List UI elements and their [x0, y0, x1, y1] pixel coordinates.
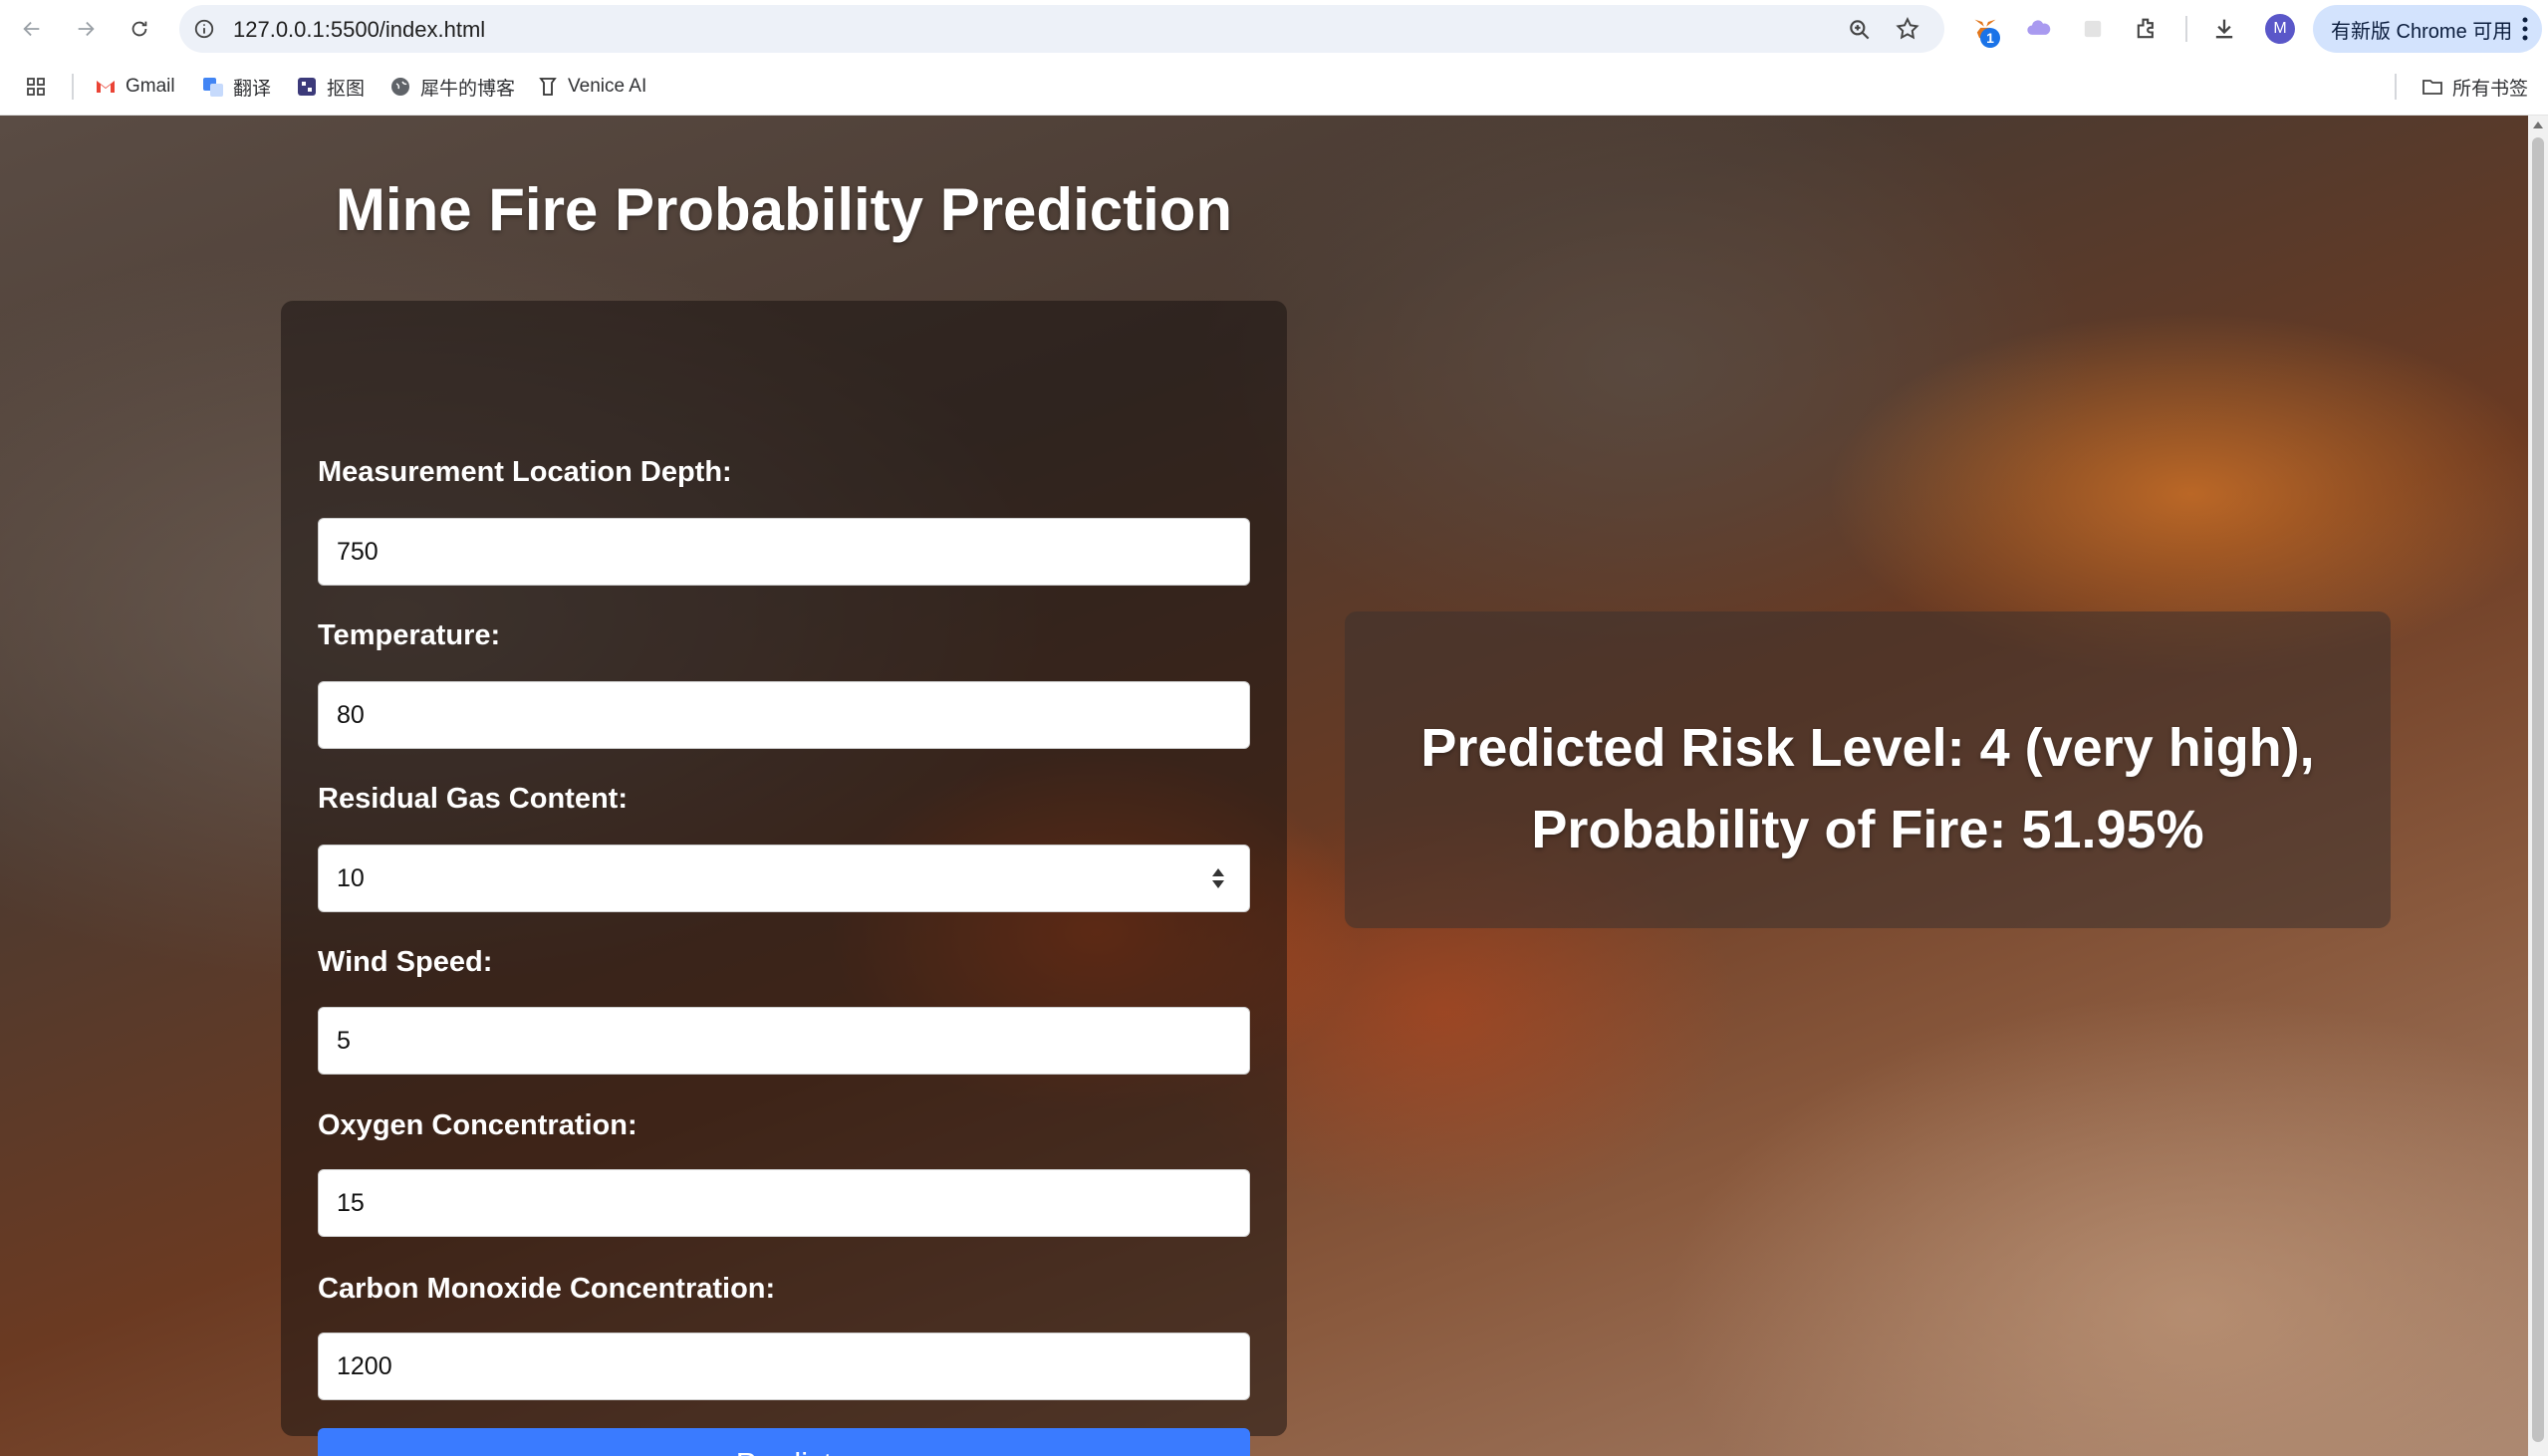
oxygen-input[interactable] — [318, 1169, 1250, 1237]
page-scrollbar[interactable] — [2528, 116, 2548, 1456]
arrow-left-icon — [23, 21, 40, 37]
bookmark-label: 翻译 — [233, 78, 272, 100]
globe-icon — [388, 75, 412, 99]
reload-icon — [131, 21, 147, 37]
update-label: 有新版 Chrome 可用 — [2331, 20, 2513, 43]
page-title: Mine Fire Probability Prediction — [335, 176, 1233, 243]
bookmark-translate[interactable]: 翻译 — [201, 72, 271, 102]
translate-icon — [201, 75, 225, 99]
bookmark-gmail[interactable]: Gmail — [94, 72, 175, 102]
reload-button[interactable] — [124, 13, 155, 45]
bookmarks-divider-right — [2395, 74, 2397, 100]
puzzle-icon — [2137, 18, 2154, 39]
forward-button[interactable] — [70, 13, 102, 45]
bookmark-venice-ai[interactable]: Venice AI — [536, 72, 646, 102]
oxygen-label: Oxygen Concentration: — [318, 1109, 637, 1141]
risk-level-text: Predicted Risk Level: 4 (very high), — [1420, 718, 2315, 778]
bookmark-label: 抠图 — [327, 78, 366, 100]
extension-badge: 1 — [1980, 28, 2000, 48]
scroll-up-icon[interactable] — [2533, 121, 2543, 128]
gmail-icon — [94, 75, 118, 99]
profile-avatar[interactable]: M — [2265, 14, 2295, 44]
folder-icon — [2421, 75, 2444, 99]
result-panel: Predicted Risk Level: 4 (very high), Pro… — [1345, 611, 2391, 928]
all-bookmarks-button[interactable]: 所有书签 — [2421, 72, 2528, 102]
bookmark-label: 犀牛的博客 — [420, 78, 516, 100]
depth-input[interactable] — [318, 518, 1250, 586]
gas-content-input[interactable] — [318, 845, 1250, 912]
bookmarks-divider — [72, 74, 74, 100]
info-icon[interactable] — [193, 18, 215, 40]
browser-toolbar: 127.0.0.1:5500/index.html 1 M 有新版 Chrome… — [0, 0, 2548, 58]
grey-extension[interactable] — [2078, 14, 2108, 44]
temperature-label: Temperature: — [318, 619, 501, 651]
arrow-right-icon — [78, 21, 95, 37]
cloud-icon — [2027, 20, 2051, 35]
venice-icon — [536, 75, 560, 99]
zoom-icon[interactable] — [1847, 17, 1873, 43]
carbon-monoxide-label: Carbon Monoxide Concentration: — [318, 1273, 776, 1305]
url-text[interactable]: 127.0.0.1:5500/index.html — [233, 17, 485, 43]
toolbar-divider — [2185, 16, 2187, 42]
square-icon — [2084, 20, 2102, 38]
bookmark-star-icon[interactable] — [1895, 16, 1920, 42]
back-button[interactable] — [16, 13, 48, 45]
wind-speed-input[interactable] — [318, 1007, 1250, 1075]
apps-grid-icon — [24, 75, 48, 99]
carbon-monoxide-input[interactable] — [318, 1333, 1250, 1400]
temperature-input[interactable] — [318, 681, 1250, 749]
apps-button[interactable] — [24, 72, 56, 102]
address-bar[interactable]: 127.0.0.1:5500/index.html — [179, 5, 1944, 53]
prediction-form: Measurement Location Depth: Temperature:… — [281, 301, 1287, 1456]
page-viewport: Mine Fire Probability Prediction Measure… — [0, 116, 2528, 1456]
chrome-update-button[interactable]: 有新版 Chrome 可用 — [2313, 5, 2542, 53]
scrollbar-thumb[interactable] — [2532, 137, 2544, 1442]
ai-extension[interactable] — [2024, 14, 2054, 44]
menu-dots-icon[interactable] — [2522, 15, 2528, 43]
depth-label: Measurement Location Depth: — [318, 456, 732, 488]
predict-button[interactable]: Predict — [318, 1428, 1250, 1456]
download-icon — [2215, 19, 2233, 39]
bookmark-label: Gmail — [126, 76, 175, 97]
all-bookmarks-label: 所有书签 — [2452, 78, 2529, 100]
fire-probability-text: Probability of Fire: 51.95% — [1531, 800, 2204, 859]
downloads-button[interactable] — [2209, 14, 2239, 44]
bookmarks-bar: Gmail 翻译 抠图 犀牛的博客 Venice AI 所有书签 — [0, 58, 2548, 116]
bookmark-cutout[interactable]: 抠图 — [295, 72, 365, 102]
gas-content-field — [281, 845, 1287, 912]
bookmark-label: Venice AI — [568, 76, 647, 97]
number-spinner-icon[interactable] — [1209, 865, 1227, 891]
extensions-button[interactable] — [2132, 14, 2162, 44]
gas-content-label: Residual Gas Content: — [318, 783, 628, 815]
wind-speed-label: Wind Speed: — [318, 946, 493, 978]
cutout-icon — [295, 75, 319, 99]
bookmark-rhino-blog[interactable]: 犀牛的博客 — [388, 72, 515, 102]
